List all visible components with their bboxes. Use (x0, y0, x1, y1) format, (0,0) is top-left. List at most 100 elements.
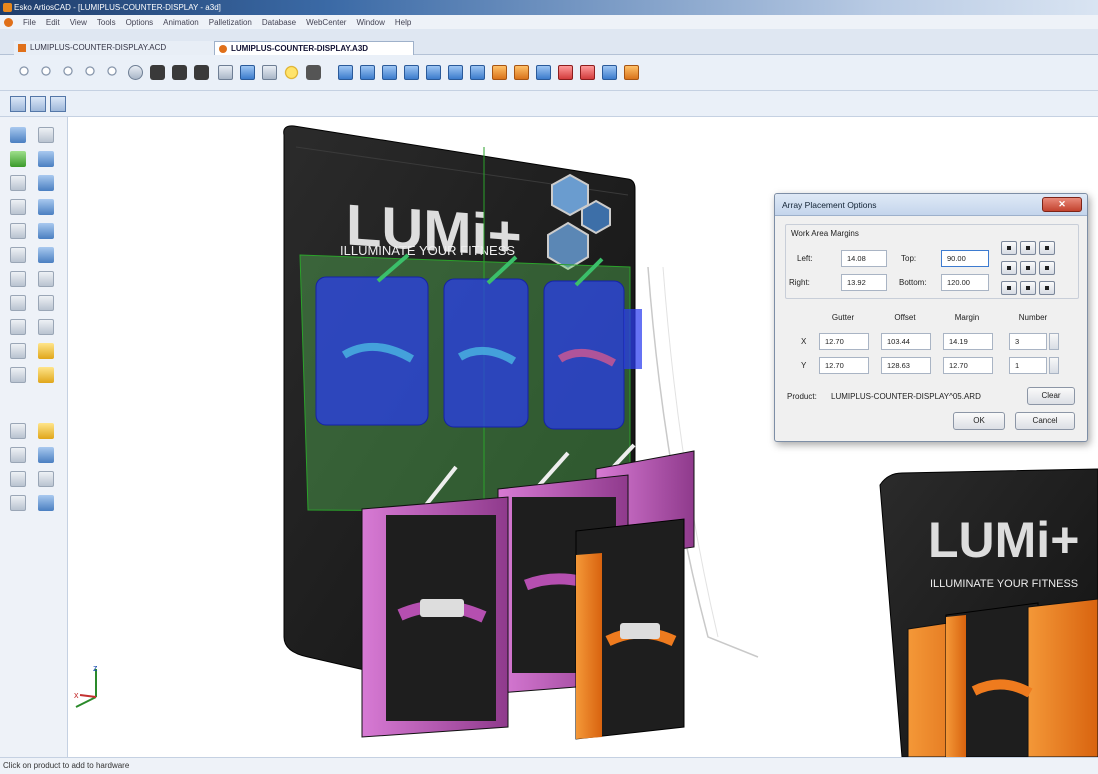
target-tool-icon[interactable] (38, 471, 54, 487)
bottom-margin-field[interactable]: 120.00 (941, 274, 989, 291)
array-tool-icon[interactable] (38, 223, 54, 239)
group-tool-icon[interactable] (10, 295, 26, 311)
align-tool-icon[interactable] (10, 199, 26, 215)
hardware-tool-icon[interactable] (10, 343, 26, 359)
tab-acd-document[interactable]: LUMIPLUS-COUNTER-DISPLAY.ACD (14, 41, 214, 55)
perspective-view-icon[interactable] (30, 96, 46, 112)
diamond-tool-icon[interactable] (38, 247, 54, 263)
menu-edit[interactable]: Edit (41, 18, 65, 27)
texture-view-icon[interactable] (624, 65, 639, 80)
pencil-tool-icon[interactable] (38, 271, 54, 287)
cube-view-iso-icon[interactable] (338, 65, 353, 80)
align-bottom-center-button[interactable] (1020, 281, 1036, 295)
line-tool-icon[interactable] (10, 423, 26, 439)
y-gutter-field[interactable]: 12.70 (819, 357, 869, 374)
grid-tool-icon[interactable] (10, 367, 26, 383)
wireframe-cube-icon[interactable] (558, 65, 573, 80)
zoom-all-icon[interactable] (84, 65, 99, 80)
camera-side-icon[interactable] (194, 65, 209, 80)
pick-tool-icon[interactable] (38, 127, 54, 143)
x-gutter-field[interactable]: 12.70 (819, 333, 869, 350)
box-tool-icon[interactable] (38, 447, 54, 463)
zoom-previous-icon[interactable] (106, 65, 121, 80)
esko-logo-icon[interactable] (4, 17, 13, 27)
pan-hand-icon[interactable] (128, 65, 143, 80)
palette-tool-icon[interactable] (38, 343, 54, 359)
align-middle-right-button[interactable] (1039, 261, 1055, 275)
flat-view-icon[interactable] (514, 65, 529, 80)
layer-tool-icon[interactable] (10, 319, 26, 335)
align-bottom-left-button[interactable] (1001, 281, 1017, 295)
y-margin-field[interactable]: 12.70 (943, 357, 993, 374)
align-top-right-button[interactable] (1039, 241, 1055, 255)
zoom-window-icon[interactable] (62, 65, 77, 80)
ungroup-tool-icon[interactable] (38, 295, 54, 311)
lighting-bulb-icon[interactable] (284, 65, 299, 80)
align-top-left-button[interactable] (1001, 241, 1017, 255)
move-tool-icon[interactable] (10, 151, 26, 167)
menu-file[interactable]: File (18, 18, 41, 27)
cube-view-right-icon[interactable] (426, 65, 441, 80)
transparent-cube-icon[interactable] (580, 65, 595, 80)
fit-view-icon[interactable] (240, 65, 255, 80)
attach-tool-icon[interactable] (38, 319, 54, 335)
paste-tool-icon[interactable] (10, 247, 26, 263)
cube-view-left-icon[interactable] (404, 65, 419, 80)
render-icon[interactable] (306, 65, 321, 80)
menu-window[interactable]: Window (351, 18, 389, 27)
array-placeholders[interactable] (315, 276, 642, 430)
snap-tool-icon[interactable] (38, 151, 54, 167)
orange-display-preview[interactable]: LUMi+ ILLUMINATE YOUR FITNESS (879, 468, 1098, 757)
x-offset-field[interactable]: 103.44 (881, 333, 931, 350)
zoom-in-icon[interactable] (18, 65, 33, 80)
x-margin-field[interactable]: 14.19 (943, 333, 993, 350)
menu-palletization[interactable]: Palletization (204, 18, 257, 27)
right-margin-field[interactable]: 13.92 (841, 274, 887, 291)
stack-tool-icon[interactable] (10, 271, 26, 287)
copy-tool-icon[interactable] (10, 223, 26, 239)
expand-view-icon[interactable] (50, 96, 66, 112)
y-number-spinner[interactable] (1049, 357, 1059, 374)
distribute-tool-icon[interactable] (38, 199, 54, 215)
x-number-spinner[interactable] (1049, 333, 1059, 350)
cube-view-front-icon[interactable] (360, 65, 375, 80)
zoom-out-icon[interactable] (40, 65, 55, 80)
x-number-field[interactable]: 3 (1009, 333, 1047, 350)
curve-tool-icon[interactable] (10, 471, 26, 487)
fold-tool-icon[interactable] (10, 175, 26, 191)
cube-view-top-icon[interactable] (448, 65, 463, 80)
menu-help[interactable]: Help (390, 18, 416, 27)
product-tool-icon[interactable] (38, 367, 54, 383)
camera-front-icon[interactable] (172, 65, 187, 80)
rotate-view-icon[interactable] (218, 65, 233, 80)
top-margin-field[interactable]: 90.00 (941, 250, 989, 267)
person-tool-icon[interactable] (10, 447, 26, 463)
y-offset-field[interactable]: 128.63 (881, 357, 931, 374)
shaded-view-icon[interactable] (602, 65, 617, 80)
menu-animation[interactable]: Animation (158, 18, 204, 27)
left-margin-field[interactable]: 14.08 (841, 250, 887, 267)
align-bottom-right-button[interactable] (1039, 281, 1055, 295)
clear-button[interactable]: Clear (1027, 387, 1075, 405)
rotate-tool-icon[interactable] (38, 175, 54, 191)
menu-options[interactable]: Options (121, 18, 159, 27)
grid-view-icon[interactable] (10, 96, 26, 112)
align-center-button[interactable] (1020, 261, 1036, 275)
align-middle-left-button[interactable] (1001, 261, 1017, 275)
select-tool-icon[interactable] (10, 127, 26, 143)
cube-view-bottom-icon[interactable] (470, 65, 485, 80)
cluster-tool-icon[interactable] (38, 495, 54, 511)
cancel-button[interactable]: Cancel (1015, 412, 1075, 430)
close-button[interactable]: ✕ (1042, 197, 1082, 212)
ok-button[interactable]: OK (953, 412, 1005, 430)
menu-database[interactable]: Database (257, 18, 301, 27)
fold-icon[interactable] (492, 65, 507, 80)
camera-icon[interactable] (150, 65, 165, 80)
menu-view[interactable]: View (65, 18, 92, 27)
tab-a3d-document[interactable]: LUMIPLUS-COUNTER-DISPLAY.A3D (214, 41, 414, 55)
align-top-center-button[interactable] (1020, 241, 1036, 255)
solid-cube-icon[interactable] (536, 65, 551, 80)
bend-tool-icon[interactable] (10, 495, 26, 511)
cube-view-back-icon[interactable] (382, 65, 397, 80)
y-number-field[interactable]: 1 (1009, 357, 1047, 374)
